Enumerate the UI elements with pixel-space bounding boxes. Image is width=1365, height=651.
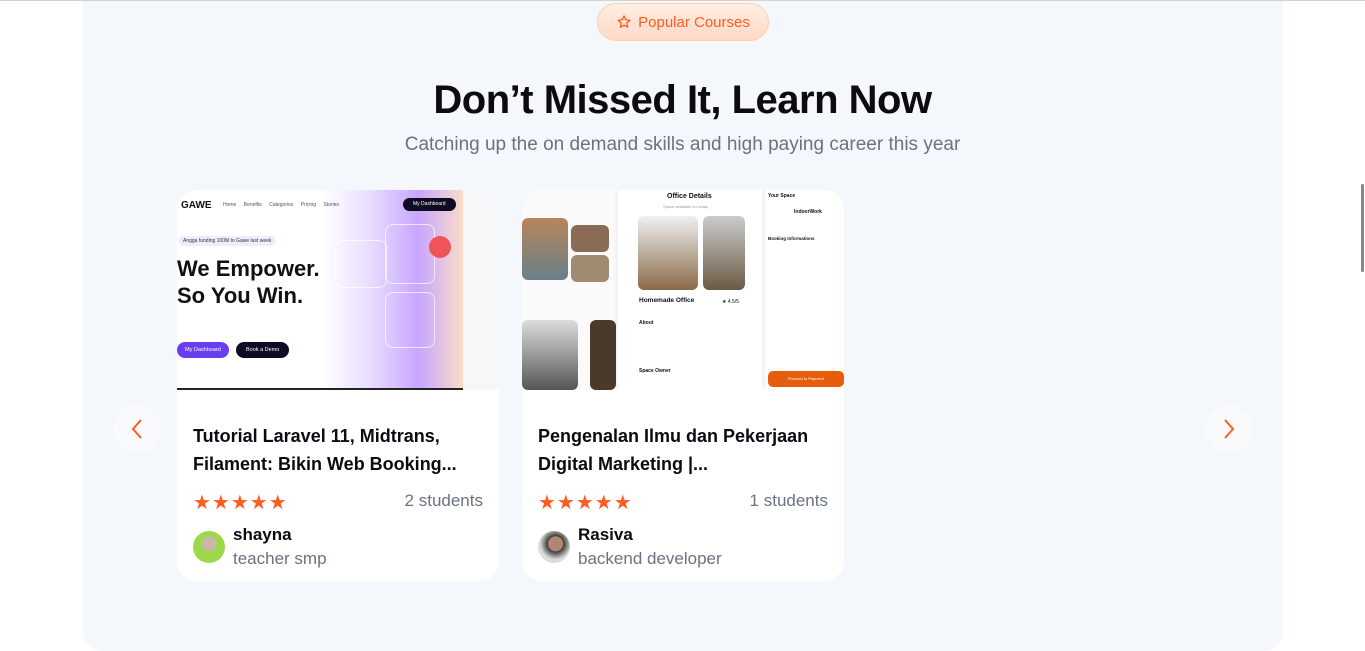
thumb-profile-card xyxy=(385,292,435,348)
thumb-profile-card xyxy=(385,224,435,284)
rating-stars: ★★★★★ xyxy=(193,492,288,514)
thumb-score-value: 4.5/5 xyxy=(727,299,739,305)
star-outline-icon xyxy=(617,15,631,28)
thumb-nav-item: Home xyxy=(223,202,237,208)
thumb-your-space: Your Space xyxy=(768,193,796,199)
thumb-bottom-line xyxy=(177,388,463,390)
thumb-cta: My Dashboard xyxy=(403,198,456,211)
thumb-photo xyxy=(571,255,609,282)
thumb-photo xyxy=(522,218,568,280)
avatar xyxy=(538,531,570,563)
badge-label: Popular Courses xyxy=(638,13,750,31)
thumb-about: About xyxy=(639,320,654,326)
avatar xyxy=(193,531,225,563)
thumb-booking: Booking Informations xyxy=(768,236,815,241)
teacher-role: backend developer xyxy=(578,549,722,568)
thumb-place: Homemade Office xyxy=(639,297,695,304)
chevron-left-icon xyxy=(131,419,142,439)
course-card[interactable]: Office Details Space available for today… xyxy=(522,190,844,581)
course-card[interactable]: GAWE Home Benefits Categories Pricing St… xyxy=(177,190,499,581)
popular-courses-badge: Popular Courses xyxy=(597,3,769,41)
thumb-button: My Dashboard xyxy=(177,342,229,358)
thumb-photo xyxy=(522,320,578,390)
thumb-photo xyxy=(638,216,698,290)
thumb-photo xyxy=(703,216,745,290)
thumb-tag: Angga funding 100M to Gawe last week xyxy=(179,236,276,246)
thumb-headline: We Empower. xyxy=(177,256,320,281)
thumb-booking-panel xyxy=(766,190,844,390)
student-count: 1 students xyxy=(749,491,828,510)
thumb-button: Book a Demo xyxy=(236,342,290,358)
thumb-nav-item: Pricing xyxy=(300,202,317,208)
page-title: Don’t Missed It, Learn Now xyxy=(433,78,932,122)
page-subtitle: Catching up the on demand skills and hig… xyxy=(404,134,961,155)
heart-icon xyxy=(429,236,451,258)
thumb-pay-button: Proceed to Payment xyxy=(768,371,844,387)
thumb-space-name: IndoorWork xyxy=(794,209,822,215)
course-title[interactable]: Pengenalan Ilmu dan Pekerjaan Digital Ma… xyxy=(538,422,833,478)
thumb-screen-sub: Space available for today xyxy=(663,204,708,209)
next-button[interactable] xyxy=(1205,405,1253,453)
course-thumbnail: Office Details Space available for today… xyxy=(522,190,844,390)
thumb-photo xyxy=(590,320,616,390)
teacher-name: shayna xyxy=(233,525,292,544)
thumb-owner: Space Owner xyxy=(639,368,671,374)
thumb-logo: GAWE xyxy=(181,200,212,211)
chevron-right-icon xyxy=(1224,419,1235,439)
thumb-nav-item: Benefits xyxy=(243,202,262,208)
thumb-score: ★ 4.5/5 xyxy=(722,299,739,305)
student-count: 2 students xyxy=(404,491,483,510)
thumb-nav-item: Categories xyxy=(269,202,294,208)
thumb-headline: So You Win. xyxy=(177,283,304,308)
course-title[interactable]: Tutorial Laravel 11, Midtrans, Filament:… xyxy=(193,422,488,478)
rating-stars: ★★★★★ xyxy=(538,492,633,514)
scrollbar-thumb[interactable] xyxy=(1361,184,1364,272)
thumb-profile-card xyxy=(335,240,387,288)
thumb-nav-item: Stories xyxy=(323,202,340,208)
thumb-photo xyxy=(571,225,609,252)
teacher-role: teacher smp xyxy=(233,549,327,568)
thumb-screen-title: Office Details xyxy=(667,193,712,200)
course-thumbnail: GAWE Home Benefits Categories Pricing St… xyxy=(177,190,499,390)
teacher-name: Rasiva xyxy=(578,525,633,544)
thumb-side-panel xyxy=(463,190,499,390)
prev-button[interactable] xyxy=(113,405,161,453)
thumb-nav: Home Benefits Categories Pricing Stories xyxy=(223,202,339,208)
